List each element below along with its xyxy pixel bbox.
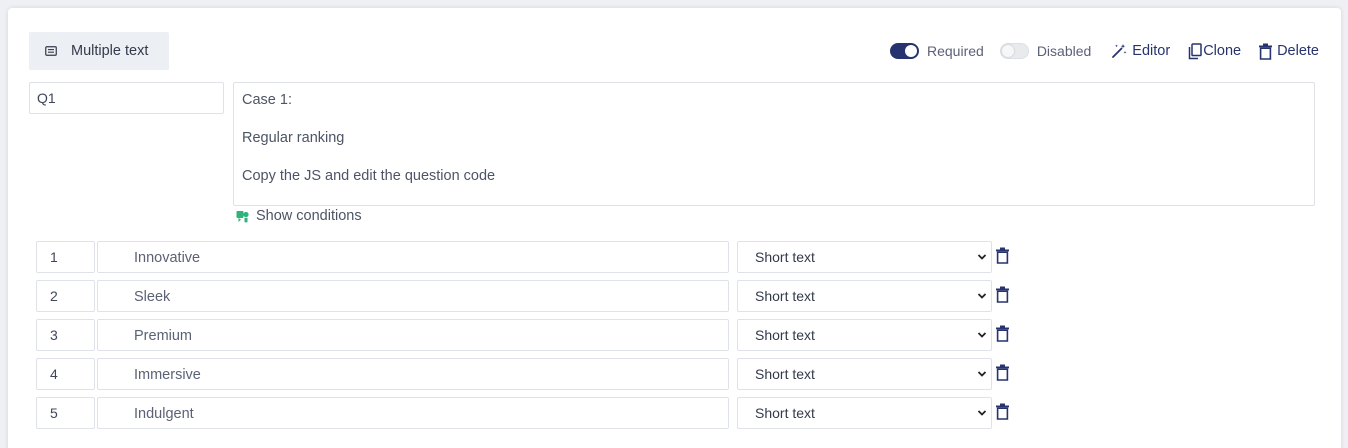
clone-button[interactable]: Clone — [1188, 42, 1242, 60]
item-type-select[interactable]: Short text — [737, 397, 992, 429]
item-number-input[interactable]: 5 — [36, 397, 95, 429]
item-label-input[interactable]: Sleek — [97, 280, 729, 312]
question-toolbar: Required Disabled Editor Clone Delete — [889, 40, 1319, 62]
required-label: Required — [926, 43, 984, 59]
disabled-label: Disabled — [1036, 43, 1092, 59]
delete-item-icon[interactable] — [996, 403, 1009, 420]
required-toggle-group: Required — [889, 43, 984, 59]
item-type-value: Short text — [755, 405, 815, 421]
item-number-input[interactable]: 1 — [36, 241, 95, 273]
item-type-value: Short text — [755, 288, 815, 304]
question-text-line: Regular ranking — [242, 130, 345, 146]
delete-button[interactable]: Delete — [1259, 43, 1319, 60]
item-type-value: Short text — [755, 366, 815, 382]
item-type-select[interactable]: Short text — [737, 280, 992, 312]
question-type-label: Multiple text — [71, 43, 149, 59]
chevron-down-icon — [977, 410, 987, 416]
delete-label: Delete — [1277, 43, 1319, 59]
item-label-input[interactable]: Immersive — [97, 358, 729, 390]
question-id-input[interactable]: Q1 — [29, 82, 224, 114]
item-label-input[interactable]: Premium — [97, 319, 729, 351]
question-text-editor[interactable]: Case 1: Regular ranking Copy the JS and … — [233, 82, 1315, 206]
show-conditions-link[interactable]: Show conditions — [236, 208, 362, 224]
question-type-chip[interactable]: Multiple text — [29, 32, 169, 70]
copy-icon — [1188, 42, 1202, 59]
required-toggle[interactable] — [889, 43, 919, 59]
disabled-toggle-group: Disabled — [999, 43, 1092, 59]
conditions-icon — [236, 210, 249, 222]
list-icon — [45, 46, 57, 56]
item-type-select[interactable]: Short text — [737, 358, 992, 390]
delete-item-icon[interactable] — [996, 286, 1009, 303]
item-type-select[interactable]: Short text — [737, 319, 992, 351]
chevron-down-icon — [977, 254, 987, 260]
question-card: Multiple text Required Disabled Editor C… — [8, 8, 1341, 448]
delete-item-icon[interactable] — [996, 247, 1009, 264]
delete-item-icon[interactable] — [996, 364, 1009, 381]
disabled-toggle[interactable] — [999, 43, 1029, 59]
trash-icon — [1259, 43, 1273, 60]
item-type-value: Short text — [755, 249, 815, 265]
chevron-down-icon — [977, 332, 987, 338]
item-number-input[interactable]: 2 — [36, 280, 95, 312]
item-type-value: Short text — [755, 327, 815, 343]
editor-label: Editor — [1132, 43, 1171, 59]
show-conditions-label: Show conditions — [256, 208, 362, 224]
question-text-line: Copy the JS and edit the question code — [242, 168, 496, 184]
magic-wand-icon — [1112, 44, 1127, 58]
editor-button[interactable]: Editor — [1111, 43, 1170, 59]
delete-item-icon[interactable] — [996, 325, 1009, 342]
clone-label: Clone — [1203, 43, 1242, 59]
chevron-down-icon — [977, 371, 987, 377]
item-label-input[interactable]: Indulgent — [97, 397, 729, 429]
item-number-input[interactable]: 4 — [36, 358, 95, 390]
chevron-down-icon — [977, 293, 987, 299]
item-number-input[interactable]: 3 — [36, 319, 95, 351]
item-label-input[interactable]: Innovative — [97, 241, 729, 273]
question-text-line: Case 1: — [242, 92, 292, 108]
item-type-select[interactable]: Short text — [737, 241, 992, 273]
